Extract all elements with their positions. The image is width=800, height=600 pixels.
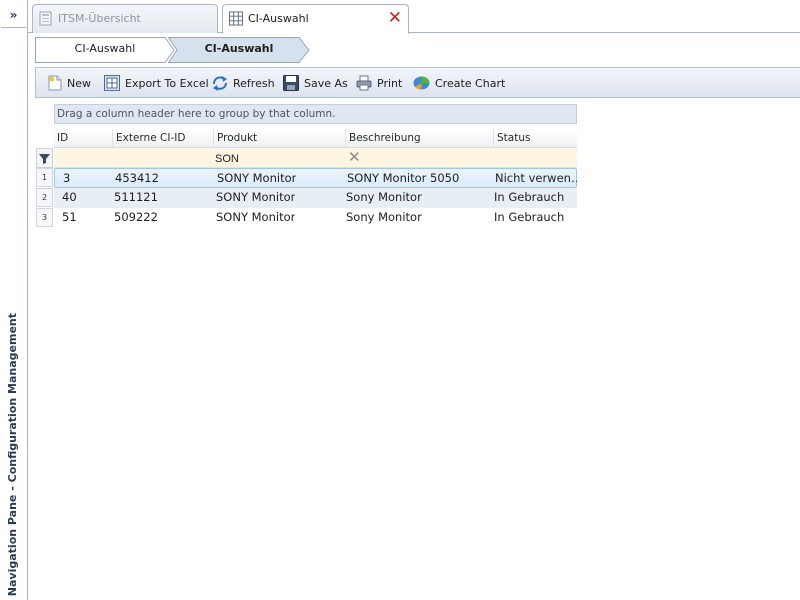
cell-externe-ci-id: 453412 [115, 171, 159, 185]
cell-id: 3 [63, 171, 71, 185]
print-button[interactable]: Print [356, 74, 402, 92]
create-chart-button[interactable]: Create Chart [413, 74, 505, 92]
excel-icon [104, 75, 120, 91]
tab-label: CI-Auswahl [248, 12, 309, 25]
new-document-icon [48, 75, 62, 91]
table-row[interactable]: 3 453412 SONY Monitor SONY Monitor 5050 … [54, 168, 577, 188]
grid-header: ID Externe CI-ID Produkt Beschreibung St… [54, 129, 577, 148]
column-header-label: Status [497, 132, 531, 144]
navigation-pane-title[interactable]: Navigation Pane - Configuration Manageme… [6, 313, 19, 596]
export-to-excel-button[interactable]: Export To Excel [104, 74, 209, 92]
tab-itsm-uebersicht[interactable]: ITSM-Übersicht [32, 4, 218, 33]
cell-id: 40 [62, 190, 77, 204]
save-as-button[interactable]: Save As [283, 74, 348, 92]
group-by-panel[interactable]: Drag a column header here to group by th… [54, 104, 577, 124]
column-header-externe-ci-id[interactable]: Externe CI-ID [112, 129, 213, 148]
toolbar: New Export To Excel Refresh Save As Prin… [35, 67, 800, 98]
document-tabs: ITSM-Übersicht CI-Auswahl ✕ [28, 0, 800, 34]
row-indicator[interactable]: 2 [36, 188, 53, 207]
breadcrumb-item-1[interactable]: CI-Auswahl [35, 37, 175, 63]
tab-label: ITSM-Übersicht [58, 12, 141, 25]
new-label: New [67, 76, 91, 90]
navigation-pane: » Navigation Pane - Configuration Manage… [0, 0, 28, 600]
cell-beschreibung: SONY Monitor 5050 [347, 171, 460, 185]
cell-status: In Gebrauch [494, 190, 565, 204]
clear-filter-icon[interactable]: ✕ [348, 148, 361, 167]
save-as-label: Save As [304, 76, 348, 90]
column-header-label: Produkt [217, 132, 258, 144]
create-chart-label: Create Chart [435, 76, 506, 90]
cell-status: In Gebrauch [494, 210, 565, 224]
row-indicator[interactable]: 3 [36, 208, 53, 227]
cell-id: 51 [62, 210, 77, 224]
save-icon [283, 75, 299, 91]
cell-beschreibung: Sony Monitor [346, 190, 422, 204]
filter-row: ✕ [54, 148, 577, 168]
column-header-id[interactable]: ID [54, 129, 112, 148]
column-header-status[interactable]: Status [493, 129, 577, 148]
refresh-label: Refresh [233, 76, 275, 90]
tab-ci-auswahl[interactable]: CI-Auswahl ✕ [222, 4, 409, 34]
expand-pane-button[interactable]: » [1, 2, 26, 28]
column-header-beschreibung[interactable]: Beschreibung [345, 129, 493, 148]
chart-icon [413, 76, 430, 90]
print-label: Print [377, 76, 403, 90]
breadcrumb-item-2[interactable]: CI-Auswahl [168, 37, 310, 63]
produkt-filter-input[interactable] [215, 151, 345, 166]
column-header-produkt[interactable]: Produkt [213, 129, 345, 148]
filter-icon[interactable] [36, 148, 53, 168]
column-header-label: ID [57, 132, 69, 144]
table-row[interactable]: 40 511121 SONY Monitor Sony Monitor In G… [54, 188, 577, 208]
new-button[interactable]: New [48, 74, 91, 92]
export-label: Export To Excel [125, 76, 209, 90]
breadcrumb-label: CI-Auswahl [204, 42, 274, 55]
cell-externe-ci-id: 511121 [114, 190, 158, 204]
print-icon [356, 75, 372, 91]
cell-produkt: SONY Monitor [217, 171, 297, 185]
cell-status: Nicht verwen… [495, 171, 577, 185]
cell-produkt: SONY Monitor [216, 190, 296, 204]
cell-externe-ci-id: 509222 [114, 210, 158, 224]
refresh-button[interactable]: Refresh [212, 74, 275, 92]
table-row[interactable]: 51 509222 SONY Monitor Sony Monitor In G… [54, 208, 577, 228]
column-header-label: Beschreibung [349, 132, 421, 144]
close-tab-icon[interactable]: ✕ [388, 9, 402, 27]
grid-icon [229, 11, 243, 26]
cell-produkt: SONY Monitor [216, 210, 296, 224]
column-header-label: Externe CI-ID [116, 132, 186, 144]
breadcrumb-label: CI-Auswahl [74, 42, 136, 55]
refresh-icon [213, 76, 227, 91]
row-indicator[interactable]: 1 [36, 168, 53, 187]
document-icon [39, 11, 52, 26]
cell-beschreibung: Sony Monitor [346, 210, 422, 224]
